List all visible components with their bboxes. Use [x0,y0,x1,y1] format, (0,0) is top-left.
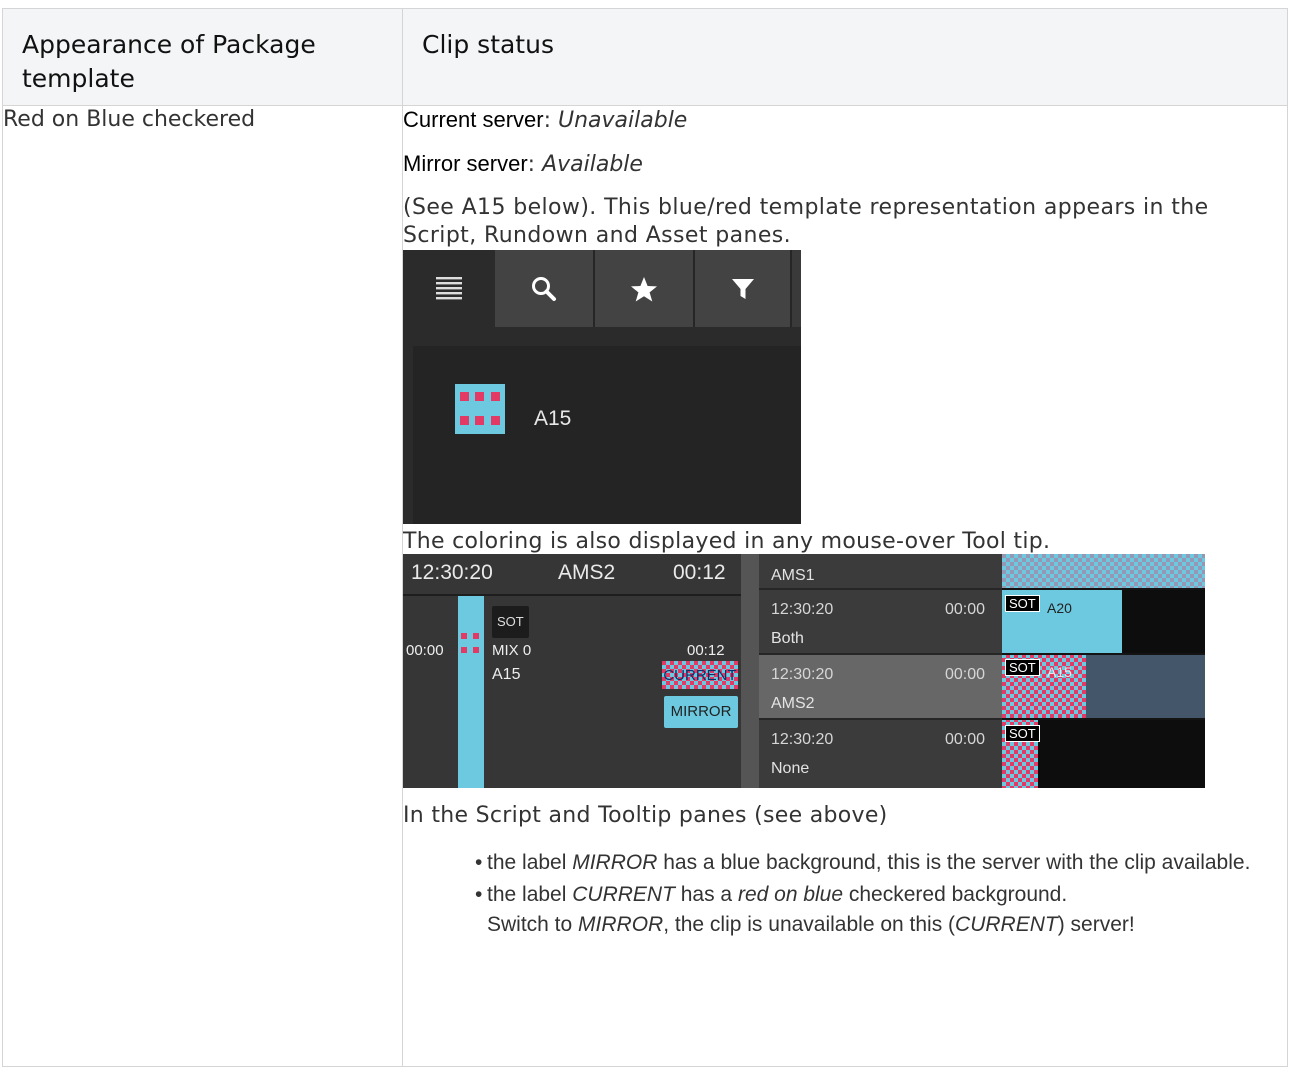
clip-name: A15 [492,666,521,683]
timeline-sot-badge: SOT [1005,659,1040,676]
tooltip-pane-screenshot: 12:30:20 AMS2 00:12 SOT 00:00 MIX 0 00:1… [403,554,1205,788]
rundown-row[interactable]: 12:30:20 00:00 None [759,720,1002,788]
mirror-label[interactable]: MIRROR [664,696,738,728]
star-icon [631,277,657,302]
appearance-cell: Red on Blue checkered [2,105,403,1067]
rundown-rows: AMS1 12:30:20 00:00 Both 12:30:20 00:00 … [759,554,1002,788]
tab-search[interactable] [495,250,595,327]
clip-bar [458,596,484,788]
bullet-list: the label MIRROR has a blue background, … [403,848,1287,940]
rundown-row[interactable]: 12:30:20 00:00 Both [759,590,1002,655]
tab-list[interactable] [403,250,495,327]
bullet-current: the label CURRENT has a red on blue chec… [475,880,1287,940]
row-server: AMS1 [771,567,815,584]
timeline-sot-badge: SOT [1005,595,1040,612]
sot-badge: SOT [492,606,529,638]
row-time: 12:30:20 [771,666,834,683]
row-server: AMS2 [771,695,815,712]
header-clip-status: Clip status [402,8,1288,106]
timeline-sot-badge: SOT [1005,725,1040,742]
clip-status-table: Appearance of Package template Clip stat… [2,8,1288,1067]
script-header: 12:30:20 AMS2 00:12 [403,554,741,596]
row-duration: 00:00 [944,601,985,618]
clip-checkered-segment [458,630,484,658]
table-header-row: Appearance of Package template Clip stat… [2,8,1288,106]
tab-filter[interactable] [695,250,792,327]
row-duration: 00:00 [944,666,985,683]
current-server-label: Current server [403,107,544,132]
script-paragraph: In the Script and Tooltip panes (see abo… [403,803,888,828]
timeline: SOT A20 SOT A15 SOT [1002,554,1205,788]
asset-name[interactable]: A15 [534,405,571,433]
mirror-server-value: Available [542,152,643,177]
clip-status-cell: Current server: Unavailable Mirror serve… [402,105,1288,1067]
tab-favorites[interactable] [595,250,695,327]
row-time: 12:30:20 [771,731,834,748]
script-header-duration: 00:12 [673,561,726,584]
current-server-line: Current server: Unavailable [403,106,1287,135]
rundown-row-selected[interactable]: 12:30:20 00:00 AMS2 [759,655,1002,720]
row-server: Both [771,630,804,647]
table-row: Red on Blue checkered Current server: Un… [2,105,1288,1067]
current-server-sep: : [543,108,558,133]
timeline-clip-a15: A15 [1047,664,1072,680]
filter-icon [731,279,754,299]
current-server-value: Unavailable [558,108,688,133]
script-header-time: 12:30:20 [411,561,493,584]
script-header-server: AMS2 [558,561,616,584]
script-pane: 12:30:20 AMS2 00:12 SOT 00:00 MIX 0 00:1… [403,554,741,788]
intro-paragraph: (See A15 below). This blue/red template … [403,195,1209,248]
coloring-paragraph: The coloring is also displayed in any mo… [403,529,1051,554]
asset-pane-screenshot: A15 [403,250,801,524]
asset-tab-bar [403,250,801,327]
list-icon [436,277,462,300]
appearance-text: Red on Blue checkered [3,107,256,132]
checkered-clip-icon [455,384,505,434]
pane-divider[interactable] [741,554,759,788]
rundown-row[interactable]: AMS1 [759,554,1002,590]
mirror-server-label: Mirror server [403,151,528,176]
asset-list: A15 [413,346,801,524]
bullet-mirror: the label MIRROR has a blue background, … [475,848,1287,878]
mirror-server-sep: : [527,152,543,177]
search-icon [532,277,556,301]
row-time: 12:30:20 [771,601,834,618]
timeline-clip-a20: A20 [1047,600,1072,616]
mirror-server-line: Mirror server: Available [403,150,1287,179]
row-duration: 00:00 [944,731,985,748]
row-server: None [771,760,810,777]
header-appearance: Appearance of Package template [2,8,403,106]
current-label[interactable]: CURRENT [662,661,738,689]
clip-in-time: 00:00 [406,642,444,659]
